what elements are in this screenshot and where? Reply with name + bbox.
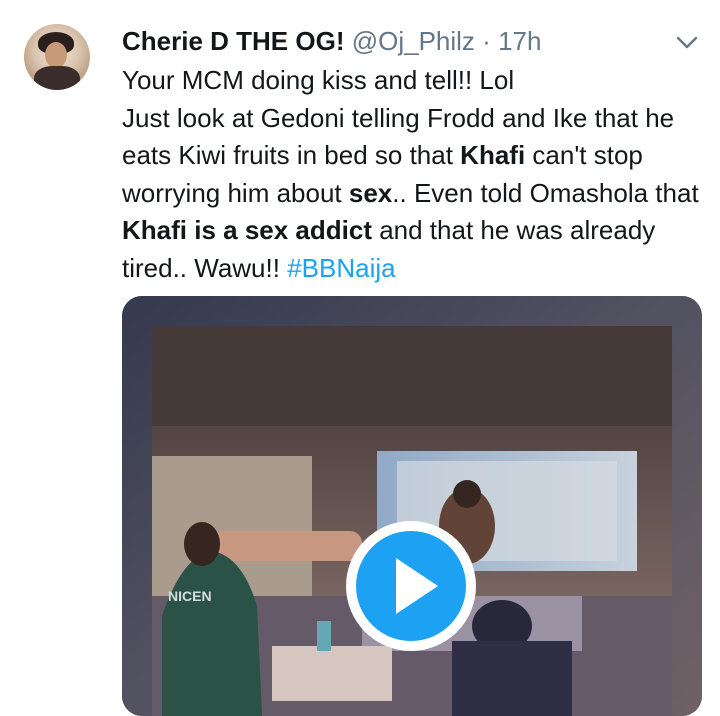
avatar-body: [34, 66, 80, 90]
separator-dot: ·: [482, 26, 491, 56]
tweet-text: Your MCM doing kiss and tell!! Lol Just …: [122, 62, 702, 288]
video-media[interactable]: NICEN: [122, 296, 702, 716]
text-segment: .. Even told Omashola that: [392, 177, 699, 208]
video-thumbnail: NICEN: [122, 296, 702, 716]
play-button[interactable]: [346, 521, 476, 651]
tweet-timestamp[interactable]: 17h: [498, 26, 541, 56]
tweet-header: Cherie D THE OG! @Oj_Philz · 17h: [122, 24, 660, 58]
bold-khafi: Khafi: [460, 140, 526, 171]
tweet-text-paragraph: Just look at Gedoni telling Frodd and Ik…: [122, 100, 702, 288]
play-icon: [396, 558, 438, 614]
author-display-name[interactable]: Cherie D THE OG!: [122, 26, 344, 56]
bold-sex: sex: [348, 177, 393, 208]
bold-khafi-sex-addict: Khafi is a sex addict: [122, 215, 372, 246]
author-handle[interactable]: @Oj_Philz: [352, 26, 475, 56]
play-button-inner: [356, 531, 466, 641]
tweet-text-line1: Your MCM doing kiss and tell!! Lol: [122, 65, 515, 95]
chevron-down-icon[interactable]: [672, 30, 702, 56]
avatar[interactable]: [24, 24, 90, 90]
avatar-face: [45, 42, 67, 68]
hashtag-link[interactable]: #BBNaija: [287, 253, 395, 283]
